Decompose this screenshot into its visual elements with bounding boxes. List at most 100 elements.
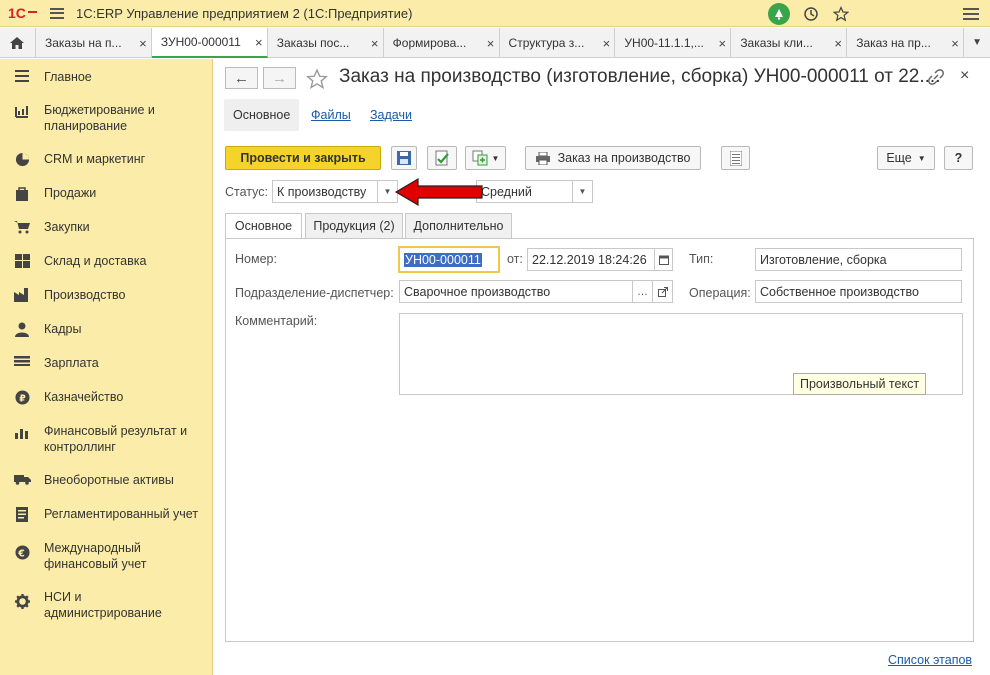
production-order-label: Заказ на производство [557,151,691,165]
sidebar-item-production[interactable]: Производство [0,287,212,303]
subtab-tasks[interactable]: Задачи [370,99,412,131]
sidebar-item-budgeting[interactable]: Бюджетирование и планирование [0,102,212,134]
title-bar: 1С 1С:ERP Управление предприятием 2 (1С:… [0,0,990,27]
sidebar-item-label: Продажи [44,186,97,200]
priority-value: Средний [481,184,532,199]
window-menu-icon[interactable] [960,3,982,25]
sidebar-item-label: Регламентированный учет [44,507,199,521]
close-form-icon[interactable]: × [960,67,969,85]
document-icon [0,506,44,522]
post-button[interactable] [427,146,457,170]
sidebar-item-purchases[interactable]: Закупки [0,219,212,235]
tab-supplier-orders[interactable]: Заказы пос... × [268,28,384,58]
tabs-dropdown-icon[interactable]: ▼ [964,28,990,57]
sidebar-item-international-accounting[interactable]: € Международный финансовый учет [0,540,212,572]
type-field[interactable]: Изготовление, сборка [755,248,962,271]
back-arrow-icon[interactable]: ← [225,67,258,89]
dept-label: Подразделение-диспетчер: [235,286,394,300]
stages-list-link[interactable]: Список этапов [888,653,972,667]
number-field[interactable]: УН00-000011 [398,246,500,273]
form-tab-additional[interactable]: Дополнительно [405,213,512,239]
create-based-icon [472,150,488,166]
favorite-star-icon[interactable] [306,68,328,90]
calendar-icon[interactable] [654,249,672,270]
close-icon[interactable]: × [135,36,151,51]
operation-field[interactable]: Собственное производство [755,280,962,303]
euro-icon: € [0,540,44,560]
sidebar-item-fixed-assets[interactable]: Внеоборотные активы [0,472,212,488]
date-field[interactable]: 22.12.2019 18:24:26 [527,248,673,271]
subtab-files[interactable]: Файлы [311,99,351,131]
favorites-star-icon[interactable] [830,3,852,25]
date-label: от: [507,252,523,266]
sections-sidebar: Главное Бюджетирование и планирование CR… [0,59,213,675]
type-value: Изготовление, сборка [760,252,887,267]
chevron-down-icon: ▼ [491,153,500,163]
sidebar-item-salary[interactable]: Зарплата [0,355,212,371]
report-button[interactable] [721,146,750,170]
status-select[interactable]: К производству ▼ [272,180,398,203]
sidebar-item-financial-result[interactable]: Финансовый результат и контроллинг [0,423,212,455]
chevron-down-icon[interactable]: ▼ [572,181,592,202]
close-icon[interactable]: × [947,36,963,51]
sidebar-item-warehouse[interactable]: Склад и доставка [0,253,212,269]
status-value: К производству [277,184,367,199]
tab-un00-11[interactable]: УН00-11.1.1,... × [615,28,732,58]
tab-label: Структура з... [508,36,585,50]
close-icon[interactable]: × [830,36,846,51]
close-icon[interactable]: × [367,36,383,51]
form-tab-products[interactable]: Продукция (2) [305,213,403,239]
sidebar-item-regulated-accounting[interactable]: Регламентированный учет [0,506,212,522]
subtab-main[interactable]: Основное [224,99,300,131]
tab-un00-000011[interactable]: ЗУН00-000011 × [151,28,268,58]
select-dots-icon[interactable]: … [632,281,652,302]
sidebar-item-label: CRM и маркетинг [44,152,146,166]
more-button[interactable]: Еще ▼ [877,146,935,170]
report-icon [729,150,742,166]
link-icon[interactable] [928,69,944,85]
app-logo: 1С [8,5,37,21]
sidebar-item-main[interactable]: Главное [0,69,212,85]
close-icon[interactable]: × [598,36,614,51]
save-button[interactable] [391,146,417,170]
operation-label: Операция: [689,286,751,300]
tab-label: УН00-11.1.1,... [624,36,704,50]
sidebar-item-admin[interactable]: НСИ и администрирование [0,589,212,621]
forward-arrow-icon[interactable]: → [263,67,296,89]
history-icon[interactable] [800,3,822,25]
sidebar-item-hr[interactable]: Кадры [0,321,212,337]
dept-field[interactable]: Сварочное производство … [399,280,673,303]
tab-forming[interactable]: Формирова... × [384,28,500,58]
close-icon[interactable]: × [251,35,267,50]
chevron-down-icon: ▼ [917,153,926,163]
dept-value: Сварочное производство [404,284,551,299]
notifications-bell-icon[interactable] [768,2,790,25]
sidebar-item-crm[interactable]: CRM и маркетинг [0,151,212,167]
tab-label: Заказы на п... [44,36,122,50]
priority-select[interactable]: Средний ▼ [476,180,593,203]
post-and-close-button[interactable]: Провести и закрыть [225,146,381,170]
type-label: Тип: [689,252,714,266]
sidebar-item-label: Казначейство [44,390,124,404]
close-icon[interactable]: × [483,36,499,51]
cart-icon [0,219,44,234]
tab-structure[interactable]: Структура з... × [500,28,616,58]
printer-icon [535,151,550,165]
open-icon[interactable] [652,281,672,302]
form-tab-main[interactable]: Основное [225,213,302,239]
create-based-on-button[interactable]: ▼ [465,146,506,170]
close-icon[interactable]: × [714,36,730,51]
tab-orders-1[interactable]: Заказы на п... × [36,28,152,58]
home-icon[interactable] [0,28,36,58]
main-menu-icon[interactable] [50,7,64,19]
help-button[interactable]: ? [944,146,973,170]
sidebar-item-sales[interactable]: Продажи [0,185,212,201]
tab-production-order[interactable]: Заказ на пр... × [847,28,965,58]
sidebar-item-label: Внеоборотные активы [44,473,174,487]
sidebar-item-label: Кадры [44,322,82,336]
tab-customer-orders[interactable]: Заказы кли... × [731,28,848,58]
budget-icon [0,102,44,119]
sidebar-item-treasury[interactable]: ₽ Казначейство [0,389,212,405]
truck-icon [0,472,44,485]
production-order-print-button[interactable]: Заказ на производство [525,146,701,170]
